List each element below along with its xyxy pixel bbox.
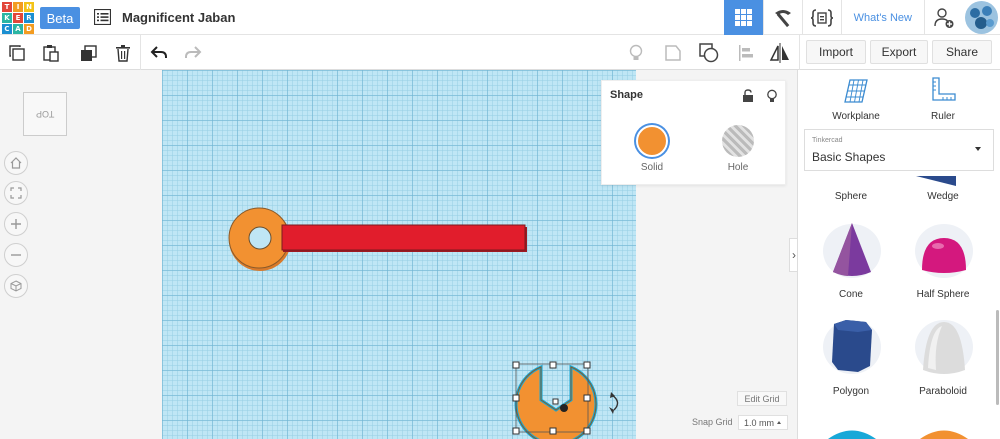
copy-icon (9, 45, 25, 61)
shapes-sidebar: Workplane Ruler Tinkercad Basic Shapes S… (797, 70, 1000, 439)
shape-label-paraboloid: Paraboloid (919, 386, 967, 397)
half-sphere-thumbnail[interactable] (915, 224, 973, 278)
logo-tile: R (24, 13, 34, 23)
shape-label-wedge: Wedge (927, 191, 959, 202)
shape-notes-button[interactable] (662, 42, 684, 64)
user-avatar[interactable] (965, 1, 998, 34)
notes-icon (665, 45, 681, 61)
copy-button[interactable] (6, 42, 28, 64)
light-button[interactable] (625, 42, 647, 64)
logo-tile: K (2, 13, 12, 23)
group-button[interactable] (698, 42, 720, 64)
solid-option-button[interactable] (636, 125, 668, 157)
tinkercad-logo[interactable]: TIN KER CAD (2, 2, 34, 34)
3d-view-button[interactable] (723, 0, 763, 35)
logo-tile: C (2, 24, 12, 34)
ruler-tool[interactable]: Ruler (903, 76, 983, 122)
design-list-icon[interactable] (94, 9, 111, 25)
mirror-icon (769, 43, 789, 63)
snap-grid-select[interactable]: 1.0 mm (738, 415, 788, 430)
chevron-right-icon: › (792, 248, 796, 262)
codeblocks-icon (810, 8, 833, 27)
logo-tile: N (24, 2, 34, 12)
align-icon (739, 45, 753, 61)
wedge-thumbnail[interactable] (916, 176, 956, 186)
sidebar-scrollbar[interactable] (996, 310, 999, 405)
paraboloid-thumbnail[interactable] (915, 320, 973, 374)
whats-new-link[interactable]: What's New (840, 0, 924, 35)
grid-view-icon (734, 9, 752, 26)
paste-icon (43, 45, 59, 62)
pickaxe-icon (774, 9, 791, 27)
shape-thumbnails (823, 176, 973, 439)
align-button[interactable] (735, 42, 757, 64)
workplane-area[interactable]: TOP Shape Solid Hole Edit Grid Snap Grid… (0, 70, 797, 439)
group-icon (699, 43, 719, 63)
codeblocks-button[interactable] (801, 0, 841, 35)
hole-label: Hole (727, 162, 749, 173)
duplicate-icon (81, 45, 97, 61)
shape-panel-title: Shape (610, 89, 644, 101)
library-value: Basic Shapes (812, 150, 886, 164)
undo-icon (150, 46, 167, 58)
design-title[interactable]: Magnificent Jaban (122, 10, 235, 25)
logo-tile: A (13, 24, 23, 34)
solid-label: Solid (640, 162, 664, 173)
workplane-tool[interactable]: Workplane (816, 76, 896, 122)
delete-button[interactable] (112, 42, 134, 64)
trash-icon (116, 45, 130, 62)
share-button[interactable]: Share (932, 40, 992, 64)
redo-button[interactable] (182, 42, 204, 64)
edit-grid-button[interactable]: Edit Grid (737, 391, 787, 406)
library-source-label: Tinkercad (812, 137, 843, 144)
top-bar: TIN KER CAD Beta Magnificent Jaban What's … (0, 0, 1000, 35)
logo-tile: I (13, 2, 23, 12)
mirror-button[interactable] (769, 42, 791, 64)
logo-tile: D (24, 24, 34, 34)
snap-grid-value: 1.0 mm (744, 417, 775, 428)
lightbulb-icon (629, 44, 643, 60)
add-user-button[interactable] (924, 0, 963, 35)
selected-pacman-shape[interactable] (512, 361, 619, 439)
shape-inspector-panel: Shape Solid Hole (601, 80, 786, 185)
export-button[interactable]: Export (870, 40, 928, 64)
ruler-icon (932, 77, 956, 101)
shape-library-dropdown[interactable]: Tinkercad Basic Shapes (804, 129, 994, 171)
bar-shape[interactable] (281, 224, 527, 252)
edit-toolbar: Import Export Share (0, 35, 1000, 70)
caret-up-icon (777, 421, 781, 424)
workplane-label: Workplane (832, 111, 880, 122)
undo-button[interactable] (148, 42, 170, 64)
partial-shape-thumbnails[interactable] (828, 430, 968, 439)
add-user-icon (934, 7, 954, 28)
cone-thumbnail[interactable] (823, 223, 881, 278)
shape-label-sphere: Sphere (834, 191, 868, 202)
duplicate-button[interactable] (77, 42, 99, 64)
polygon-thumbnail[interactable] (823, 320, 881, 374)
hole-option-button[interactable] (722, 125, 754, 157)
shape-label-cone: Cone (839, 289, 863, 300)
ruler-label: Ruler (931, 111, 955, 122)
paste-button[interactable] (40, 42, 62, 64)
dropdown-arrow-icon (975, 147, 981, 151)
workplane-icon (844, 79, 868, 103)
snap-grid-label: Snap Grid (692, 417, 733, 427)
logo-tile: T (2, 2, 12, 12)
import-button[interactable]: Import (806, 40, 866, 64)
redo-icon (185, 46, 202, 58)
avatar-icon (965, 1, 998, 34)
shape-label-polygon: Polygon (832, 386, 870, 397)
beta-badge: Beta (40, 7, 80, 29)
bricks-view-button[interactable] (762, 0, 802, 35)
lightbulb-icon[interactable] (766, 89, 778, 103)
lock-icon[interactable] (742, 89, 754, 103)
shape-label-half-sphere: Half Sphere (916, 289, 970, 300)
logo-tile: E (13, 13, 23, 23)
